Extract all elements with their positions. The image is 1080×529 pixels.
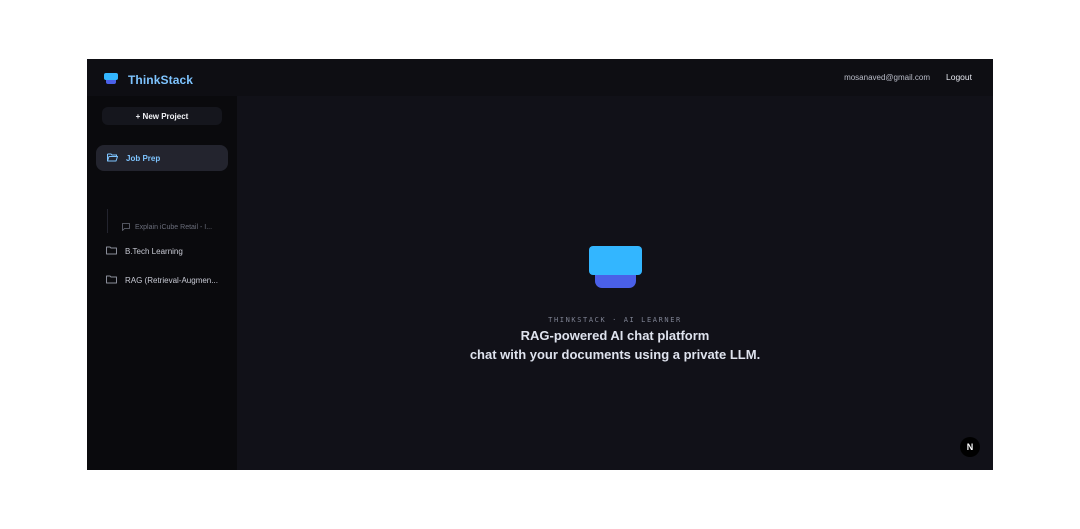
- user-email: mosanaved@gmail.com: [844, 73, 930, 82]
- sidebar-item-job-prep[interactable]: Job Prep: [96, 145, 228, 171]
- new-project-button[interactable]: + New Project: [102, 107, 222, 125]
- thinkstack-hero-logo-icon: [589, 246, 642, 293]
- folder-open-icon: [107, 149, 118, 167]
- sidebar-item-label: RAG (Retrieval-Augmen...: [125, 275, 218, 285]
- chat-bubble-icon: [122, 218, 130, 236]
- sidebar-item-btech-learning[interactable]: B.Tech Learning: [106, 244, 183, 258]
- app-window: ThinkStack mosanaved@gmail.com Logout + …: [87, 59, 993, 470]
- sidebar-item-label: B.Tech Learning: [125, 246, 183, 256]
- nextjs-badge-button[interactable]: N: [960, 437, 980, 457]
- folder-icon: [106, 271, 117, 289]
- sidebar-item-rag[interactable]: RAG (Retrieval-Augmen...: [106, 273, 218, 287]
- headline-line-2: chat with your documents using a private…: [469, 347, 761, 362]
- thinkstack-logo-icon: [104, 71, 118, 89]
- headline-line-1: RAG-powered AI chat platform: [520, 328, 710, 343]
- top-bar: ThinkStack mosanaved@gmail.com Logout: [87, 59, 993, 96]
- tagline: THINKSTACK · AI LEARNER: [548, 316, 682, 324]
- sidebar-subitem-label: Explain iCube Retail - I...: [135, 223, 213, 231]
- folder-icon: [106, 242, 117, 260]
- tree-connector-line: [107, 209, 108, 233]
- main-panel: THINKSTACK · AI LEARNER RAG-powered AI c…: [237, 96, 993, 470]
- brand[interactable]: ThinkStack: [104, 71, 193, 89]
- sidebar: + New Project Job Prep Explain iCube Ret…: [87, 96, 237, 470]
- logout-button[interactable]: Logout: [946, 72, 972, 82]
- sidebar-subitem-chat[interactable]: Explain iCube Retail - I...: [122, 218, 212, 236]
- sidebar-item-label: Job Prep: [126, 153, 161, 163]
- app-title: ThinkStack: [128, 73, 194, 87]
